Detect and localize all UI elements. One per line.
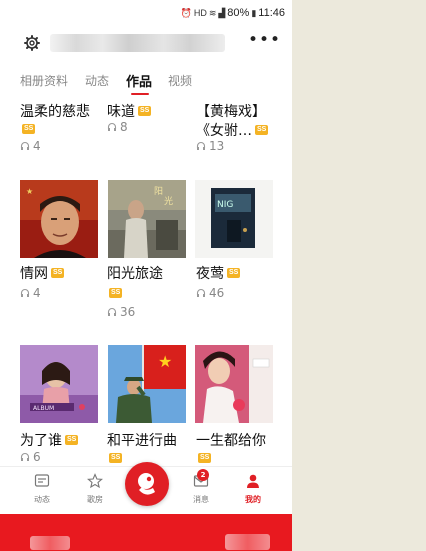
quality-badge: SS — [227, 268, 241, 278]
play-count-2: 8 — [107, 120, 128, 134]
nav-karaoke-label: 歌房 — [87, 495, 103, 504]
signal-type-label: HD — [193, 8, 207, 18]
album-cover-1[interactable]: ★ — [20, 180, 98, 258]
nav-karaoke-room[interactable]: 歌房 — [75, 473, 115, 505]
quality-badge: SS — [138, 106, 152, 116]
quality-badge: SS — [22, 124, 36, 134]
play-count-6: 46 — [196, 286, 224, 300]
profile-tabs: 相册资料 动态 作品 视频 — [0, 68, 292, 96]
play-count-4: 4 — [20, 286, 41, 300]
nav-messages[interactable]: 2 消息 — [181, 469, 221, 505]
nav-feed[interactable]: 动态 — [22, 473, 62, 505]
cell-signal-icon: ▟ — [218, 7, 226, 18]
work-title-3[interactable]: 【黄梅戏】 — [196, 101, 266, 121]
nav-me[interactable]: 我的 — [233, 473, 273, 505]
feed-icon — [34, 474, 50, 487]
quality-badge: SS — [65, 435, 79, 445]
alarm-icon: ⏰ — [180, 7, 192, 18]
more-options-icon[interactable]: ••• — [248, 30, 280, 54]
blurred-banner-content — [225, 534, 270, 550]
sing-button[interactable] — [125, 462, 169, 506]
star-icon — [87, 473, 103, 489]
work-title-5[interactable]: 阳光旅途 — [107, 263, 163, 283]
work-title-3-line2[interactable]: 《女驸… SS — [196, 120, 269, 140]
headphones-icon — [20, 452, 30, 461]
blurred-username — [50, 34, 225, 52]
album-cover-3[interactable]: NIG — [195, 180, 273, 258]
phone-screen: ⏰ HD ≋ ▟ 80% ▮ 11:46 ••• 相册资料 动态 作品 视频 温… — [0, 0, 292, 551]
settings-gear-icon[interactable] — [24, 35, 40, 51]
play-count-3: 13 — [196, 139, 224, 153]
work-title-1[interactable]: 温柔的慈悲 — [20, 101, 90, 121]
album-cover-2[interactable]: 阳 光 — [108, 180, 186, 258]
battery-percent: 80% — [227, 7, 250, 19]
work-title-9[interactable]: 一生都给你 — [196, 430, 266, 450]
album-cover-4[interactable]: ALBUM — [20, 345, 98, 423]
work-title-7[interactable]: 为了谁 SS — [20, 430, 79, 450]
play-count-1: 4 — [20, 139, 41, 153]
quality-badge: SS — [109, 453, 123, 463]
status-bar: ⏰ HD ≋ ▟ 80% ▮ 11:46 — [0, 3, 292, 25]
unread-count-badge: 2 — [197, 469, 209, 481]
svg-text:光: 光 — [164, 195, 173, 207]
battery-icon: ▮ — [251, 7, 257, 18]
album-cover-5[interactable]: ★ — [108, 345, 186, 423]
promo-banner[interactable] — [0, 514, 292, 551]
empty-background — [292, 0, 426, 551]
nav-feed-label: 动态 — [34, 495, 50, 504]
tab-album-info[interactable]: 相册资料 — [20, 72, 68, 89]
play-count-5: 36 — [107, 305, 135, 319]
work-title-2[interactable]: 味道 SS — [107, 101, 152, 121]
quality-badge: SS — [255, 125, 269, 135]
work-title-8[interactable]: 和平进行曲 — [107, 430, 177, 450]
clock: 11:46 — [258, 7, 285, 19]
profile-header: ••• — [0, 26, 292, 64]
headphones-icon — [196, 288, 206, 297]
headphones-icon — [196, 141, 206, 150]
svg-text:阳: 阳 — [154, 186, 163, 197]
sing-logo-icon — [127, 464, 167, 504]
album-cover-6[interactable] — [195, 345, 273, 423]
svg-text:★: ★ — [158, 352, 172, 371]
work-title-4[interactable]: 情网 SS — [20, 263, 65, 283]
status-icons: ⏰ HD ≋ ▟ 80% ▮ 11:46 — [181, 7, 285, 19]
quality-badge: SS — [109, 288, 123, 298]
tab-videos[interactable]: 视频 — [168, 72, 192, 89]
quality-badge: SS — [198, 453, 212, 463]
wifi-icon: ≋ — [208, 7, 217, 18]
quality-badge: SS — [51, 268, 65, 278]
svg-text:★: ★ — [26, 187, 33, 196]
tab-feed[interactable]: 动态 — [85, 72, 109, 89]
nav-me-label: 我的 — [245, 495, 261, 504]
svg-text:NIG: NIG — [217, 200, 233, 210]
headphones-icon — [20, 141, 30, 150]
person-icon — [247, 474, 259, 488]
nav-messages-label: 消息 — [193, 495, 209, 504]
active-tab-indicator — [131, 93, 149, 95]
headphones-icon — [20, 288, 30, 297]
work-title-6[interactable]: 夜莺 SS — [196, 263, 241, 283]
tab-works[interactable]: 作品 — [126, 71, 152, 90]
svg-text:ALBUM: ALBUM — [33, 405, 54, 412]
headphones-icon — [107, 307, 117, 316]
blurred-banner-content — [30, 536, 70, 550]
headphones-icon — [107, 122, 117, 131]
play-count-7: 6 — [20, 450, 41, 464]
